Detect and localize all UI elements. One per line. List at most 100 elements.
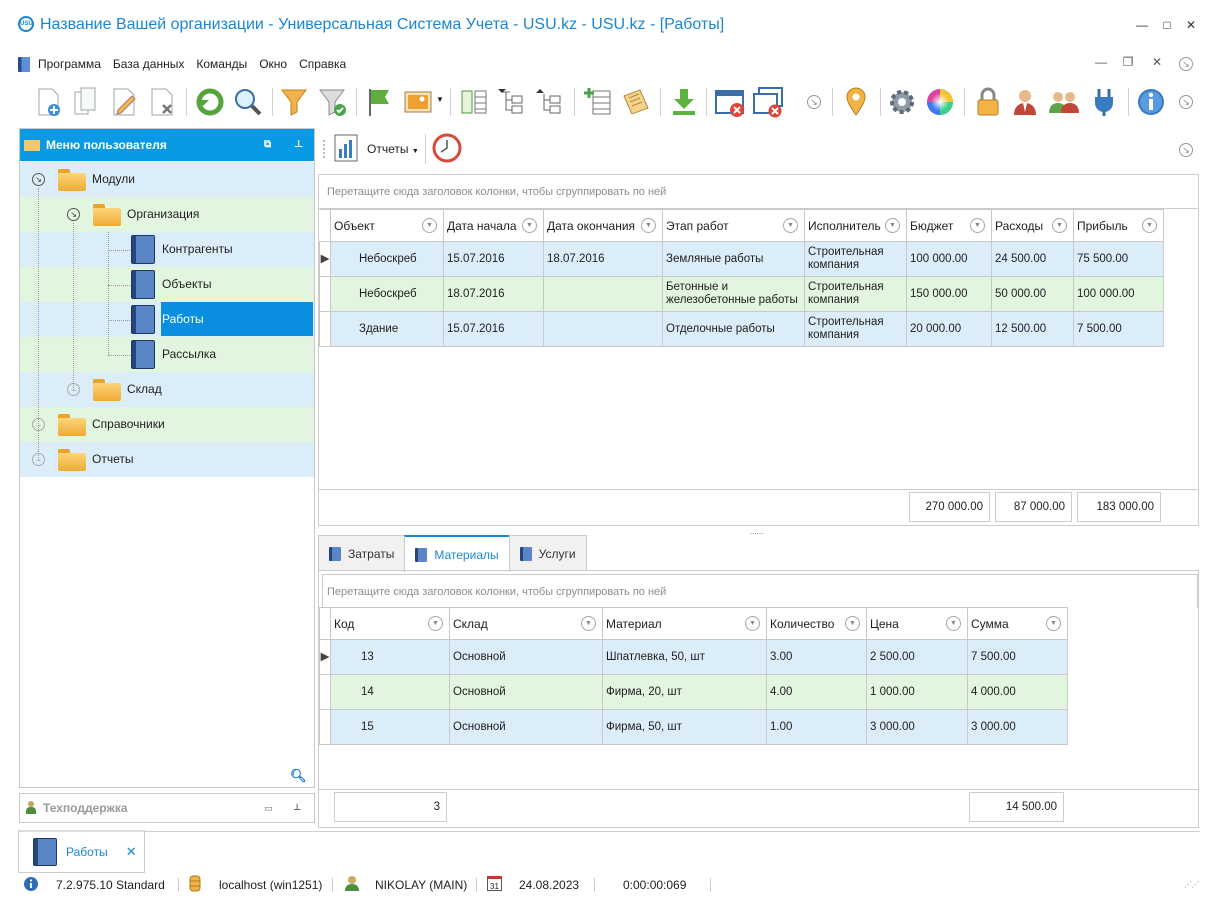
table-cell[interactable]: 4.00 [766,674,867,710]
filter-icon[interactable] [278,86,310,118]
collapse-icon[interactable]: ↘ [32,173,45,186]
table-row[interactable]: ▶ 13 Основной Шпатлевка, 50, шт 3.00 2 5… [319,639,1068,675]
column-header-material[interactable]: Материал ▼ [602,607,767,640]
table-cell[interactable]: 15 [330,709,450,745]
table-cell[interactable]: 15.07.2016 [443,311,544,347]
table-row[interactable]: Небоскреб 18.07.2016 Бетонные и железобе… [319,276,1164,312]
filter-icon[interactable]: ▼ [641,218,656,233]
filter-icon[interactable]: ▼ [1142,218,1157,233]
table-cell[interactable]: Строительная компания [804,241,907,277]
table-cell[interactable]: 7 500.00 [967,639,1068,675]
table-cell[interactable]: 7 500.00 [1073,311,1164,347]
report-icon[interactable] [333,133,359,163]
column-header-object[interactable]: Объект ▼ [330,209,444,242]
table-cell[interactable]: 75 500.00 [1073,241,1164,277]
gear-icon[interactable] [886,86,918,118]
subtoolbar-overflow-icon[interactable]: ↘ [1179,143,1193,157]
toolbar-overflow-icon[interactable]: ↘ [807,95,821,109]
table-cell[interactable]: 100 000.00 [906,241,992,277]
close-window-icon[interactable] [714,86,746,118]
filter-icon[interactable]: ▼ [946,616,961,631]
menu-program[interactable]: Программа [38,57,101,71]
tab-materials[interactable]: Материалы [404,535,510,572]
edit-record-icon[interactable] [108,86,140,118]
table-cell[interactable]: 1 000.00 [866,674,968,710]
close-all-windows-icon[interactable] [752,86,784,118]
column-header-expenses[interactable]: Расходы ▼ [991,209,1074,242]
mdi-restore-icon[interactable]: ❐ [1119,55,1137,69]
close-icon[interactable]: ✕ [1182,18,1200,32]
pin-icon[interactable]: ⊥ [294,139,303,150]
filter-icon[interactable]: ▼ [885,218,900,233]
maximize-icon[interactable]: □ [1158,18,1176,32]
tree-node-objects[interactable]: Объекты [20,267,314,302]
download-icon[interactable] [668,86,700,118]
filter-icon[interactable]: ▼ [1052,218,1067,233]
table-cell[interactable] [543,311,663,347]
color-palette-icon[interactable] [924,86,956,118]
column-header-price[interactable]: Цена ▼ [866,607,968,640]
table-cell[interactable]: Основной [449,639,603,675]
table-cell[interactable]: Небоскреб [330,276,444,312]
table-cell[interactable]: 3.00 [766,639,867,675]
reports-dropdown[interactable]: Отчеты ▼ [367,142,419,156]
table-cell[interactable]: 100 000.00 [1073,276,1164,312]
table-cell[interactable]: 150 000.00 [906,276,992,312]
filter-icon[interactable]: ▼ [783,218,798,233]
table-cell[interactable] [543,276,663,312]
table-cell[interactable]: 3 000.00 [967,709,1068,745]
add-column-icon[interactable] [582,86,614,118]
table-cell[interactable]: Строительная компания [804,276,907,312]
mdi-minimize-icon[interactable]: — [1092,55,1110,69]
column-header-budget[interactable]: Бюджет ▼ [906,209,992,242]
table-cell[interactable]: 18.07.2016 [443,276,544,312]
column-header-start-date[interactable]: Дата начала ▼ [443,209,544,242]
plugin-icon[interactable] [1088,86,1120,118]
add-record-icon[interactable] [32,86,64,118]
float-panel-icon[interactable]: ⧉ [264,139,271,150]
column-header-quantity[interactable]: Количество ▼ [766,607,867,640]
group-by-panel-materials[interactable]: Перетащите сюда заголовок колонки, чтобы… [322,574,1198,608]
filter-clear-icon[interactable] [316,86,348,118]
mdi-close-icon[interactable]: ✕ [1148,55,1166,69]
image-dropdown-icon[interactable]: ▼ [436,95,444,104]
refresh-icon[interactable] [194,86,226,118]
filter-icon[interactable]: ▼ [1046,616,1061,631]
filter-icon[interactable]: ▼ [970,218,985,233]
table-row[interactable]: ▶ Небоскреб 15.07.2016 18.07.2016 Землян… [319,241,1164,277]
flag-icon[interactable] [364,86,396,118]
filter-icon[interactable]: ▼ [581,616,596,631]
notes-icon[interactable] [620,86,652,118]
table-cell[interactable]: Бетонные и железобетонные работы [662,276,805,312]
copy-record-icon[interactable] [70,86,102,118]
table-cell[interactable]: 24 500.00 [991,241,1074,277]
table-cell[interactable]: 3 000.00 [866,709,968,745]
table-cell[interactable]: Основной [449,674,603,710]
tree-search-icon[interactable]: 🔍︎ [290,768,307,784]
table-cell[interactable]: Отделочные работы [662,311,805,347]
column-header-stage[interactable]: Этап работ ▼ [662,209,805,242]
tree-node-modules[interactable]: ↘ Модули [20,162,314,197]
table-cell[interactable]: 20 000.00 [906,311,992,347]
support-minimize-icon[interactable]: ▭ [264,803,273,814]
menu-overflow-icon[interactable]: ↘ [1179,57,1193,71]
delete-record-icon[interactable] [146,86,178,118]
map-pin-icon[interactable] [840,86,872,118]
tree-node-organization[interactable]: ↘ Организация [20,197,314,232]
menu-help[interactable]: Справка [299,57,346,71]
table-cell[interactable]: 12 500.00 [991,311,1074,347]
table-row[interactable]: 15 Основной Фирма, 50, шт 1.00 3 000.00 … [319,709,1068,745]
search-icon[interactable] [232,86,264,118]
table-cell[interactable]: Фирма, 50, шт [602,709,767,745]
minimize-icon[interactable]: — [1133,18,1151,32]
menu-window[interactable]: Окно [259,57,287,71]
user-icon[interactable] [1010,86,1042,118]
table-cell[interactable]: 2 500.00 [866,639,968,675]
table-cell[interactable]: 13 [330,639,450,675]
tree-node-mailing[interactable]: Рассылка [20,337,314,372]
column-header-code[interactable]: Код ▼ [330,607,450,640]
table-cell[interactable]: 50 000.00 [991,276,1074,312]
filter-icon[interactable]: ▼ [428,616,443,631]
column-header-executor[interactable]: Исполнитель ▼ [804,209,907,242]
support-panel[interactable]: Техподдержка ▭ ⊥ [19,793,315,823]
